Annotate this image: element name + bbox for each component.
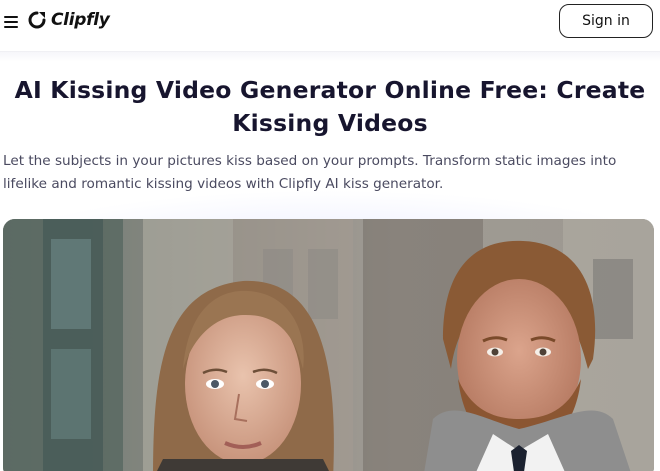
logo-text: Clipfly [51,10,110,30]
clipfly-logo[interactable]: Clipfly [28,8,110,32]
sign-in-button[interactable]: Sign in [559,4,653,38]
hero-video-preview[interactable] [3,219,654,471]
top-header: Clipfly Sign in [0,0,660,52]
hamburger-menu-icon[interactable] [4,13,20,29]
header-shadow [0,52,660,62]
clipfly-logo-icon [28,11,46,29]
page-title: AI Kissing Video Generator Online Free: … [14,76,646,137]
street-couple-image [3,219,654,471]
